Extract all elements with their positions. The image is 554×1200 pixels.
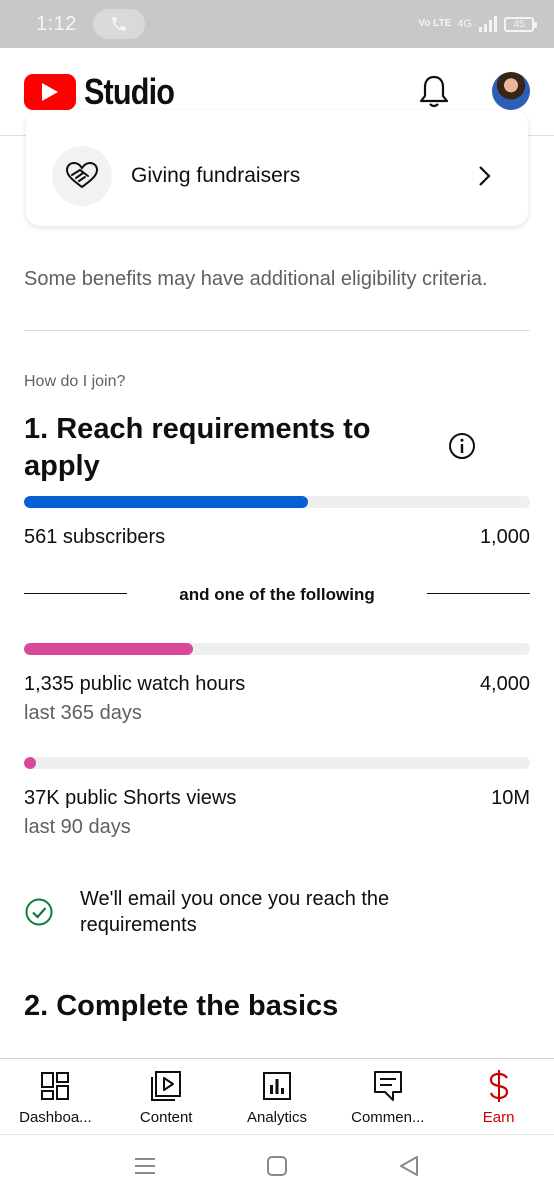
giving-fundraisers-card[interactable]: Giving fundraisers (26, 110, 528, 226)
card-label: Giving fundraisers (131, 164, 301, 187)
info-icon[interactable] (448, 432, 476, 460)
eligibility-note: Some benefits may have additional eligib… (24, 268, 488, 290)
app-title: Studio (84, 70, 175, 112)
nav-analytics[interactable]: Analytics (222, 1059, 333, 1134)
separator-text: and one of the following (179, 585, 375, 604)
nav-comments[interactable]: Commen... (332, 1059, 443, 1134)
check-circle-icon (25, 898, 53, 926)
nav-content[interactable]: Content (111, 1059, 222, 1134)
network-type: 4G (457, 18, 472, 30)
earn-icon (489, 1070, 508, 1102)
basics-title: 2. Complete the basics (24, 990, 339, 1022)
system-navigation-bar (0, 1134, 554, 1200)
nav-dashboard[interactable]: Dashboa... (0, 1059, 111, 1134)
section-title: 1. Reach requirements to apply (24, 413, 371, 482)
chevron-right-icon (479, 166, 491, 186)
separator-line-right (427, 593, 530, 594)
nav-label: Analytics (246, 1109, 307, 1126)
nav-earn[interactable]: Earn (443, 1059, 554, 1134)
nav-label: Earn (482, 1109, 515, 1126)
bottom-navigation: Dashboa... Content Analytics Commen... E… (0, 1058, 554, 1134)
subscribers-goal: 1,000 (479, 526, 530, 548)
back-icon[interactable] (398, 1155, 420, 1177)
divider (24, 330, 530, 331)
watch-hours-period: last 365 days (24, 702, 142, 724)
volte-indicator: Vo LTE (418, 18, 452, 29)
status-bar: 1:12 Vo LTE 4G 45 (0, 0, 554, 48)
battery-level: 45 (513, 18, 525, 30)
shorts-views-progress-bar (24, 757, 530, 769)
menu-icon[interactable] (133, 1155, 157, 1177)
handshake-heart-icon (52, 146, 112, 206)
section-label: How do I join? (24, 373, 126, 390)
nav-label: Dashboa... (19, 1109, 92, 1126)
watch-hours-progress-fill (24, 643, 193, 655)
phone-icon (112, 17, 126, 31)
watch-hours-progress-bar (24, 643, 530, 655)
nav-label: Content (139, 1109, 193, 1126)
comments-icon (373, 1071, 402, 1101)
status-icons: Vo LTE 4G 45 (418, 16, 537, 32)
signal-icon (479, 16, 497, 32)
notification-bell-icon[interactable] (418, 74, 450, 110)
watch-hours-goal: 4,000 (479, 673, 530, 695)
shorts-views-progress-fill (24, 757, 36, 769)
analytics-icon (262, 1072, 291, 1100)
nav-label: Commen... (351, 1109, 425, 1126)
status-time: 1:12 (36, 12, 77, 35)
battery-icon: 45 (504, 16, 537, 32)
subscribers-progress-fill (24, 496, 308, 508)
shorts-views-goal: 10M (491, 787, 530, 809)
subscribers-count: 561 subscribers (24, 526, 166, 548)
account-avatar[interactable] (492, 72, 530, 110)
ongoing-call-indicator[interactable] (92, 9, 145, 39)
email-notice: We'll email you once you reach the requi… (80, 888, 390, 936)
youtube-logo-icon[interactable] (24, 73, 76, 110)
subscribers-progress-bar (24, 496, 530, 508)
watch-hours-count: 1,335 public watch hours (24, 673, 246, 695)
dashboard-icon (41, 1072, 70, 1100)
shorts-views-period: last 90 days (24, 816, 131, 838)
home-icon[interactable] (266, 1155, 288, 1177)
shorts-views-count: 37K public Shorts views (24, 787, 237, 809)
content-icon (151, 1071, 182, 1101)
